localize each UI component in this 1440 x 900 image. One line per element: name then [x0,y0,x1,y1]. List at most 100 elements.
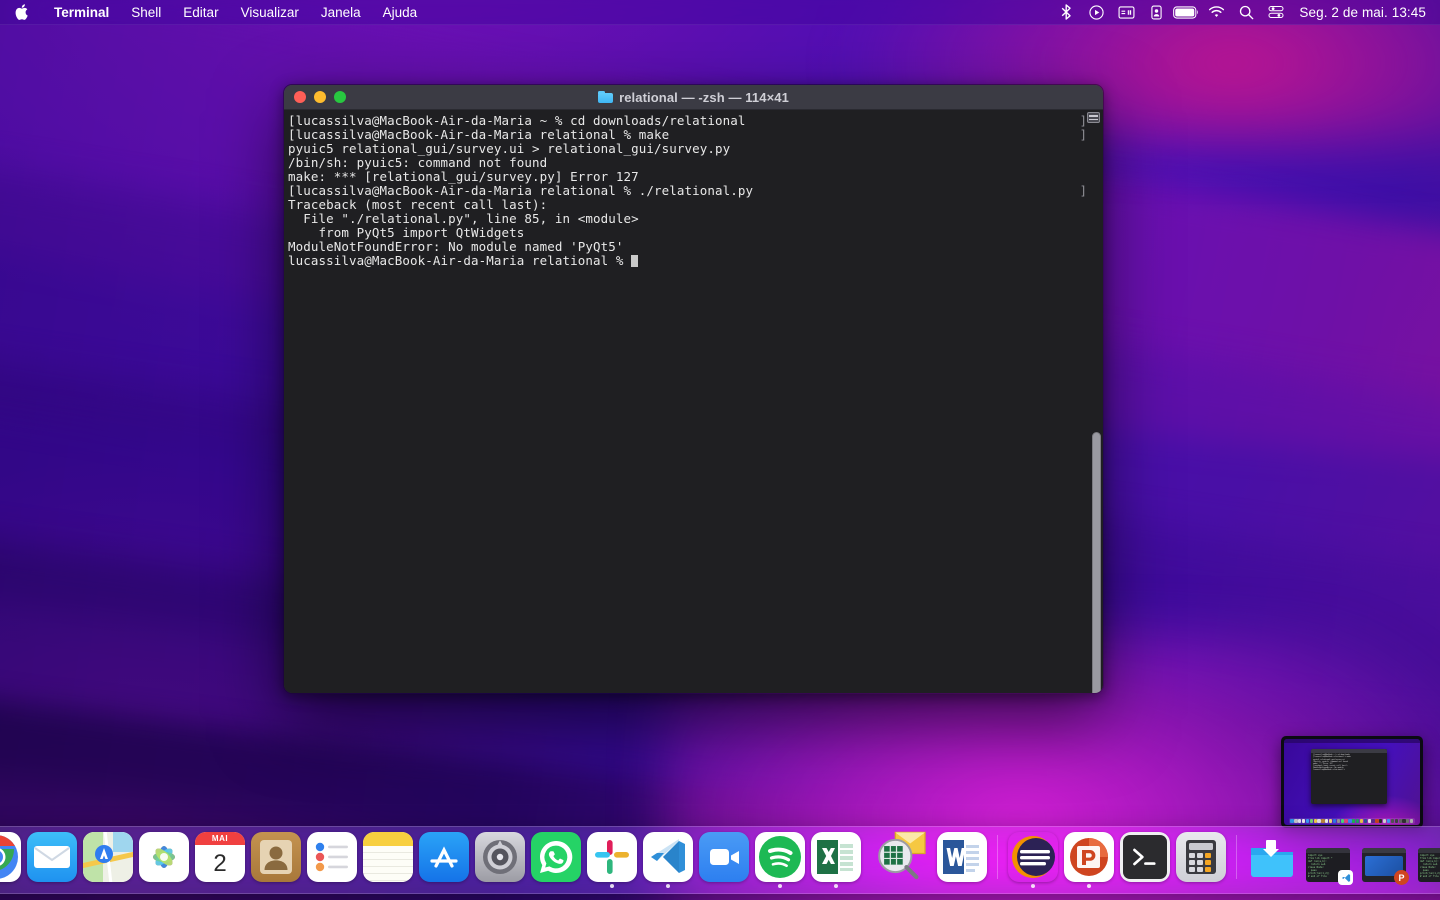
menu-item-shell[interactable]: Shell [120,0,172,25]
dock-item-photos[interactable] [138,832,190,888]
terminal-cursor [631,255,639,267]
dock-minimized-windows: import sys from lib import * def run(a,b… [1246,832,1440,888]
dock-item-microsoft-word[interactable] [936,832,988,888]
play-circle-icon[interactable] [1081,0,1111,25]
terminal-titlebar[interactable]: relational — -zsh — 114×41 [284,85,1103,110]
running-indicator [610,884,614,888]
dock-item-app-store[interactable] [418,832,470,888]
menu-item-visualizar[interactable]: Visualizar [230,0,310,25]
folder-icon [598,91,614,103]
menu-bar-left: Terminal Shell Editar Visualizar Janela … [0,0,428,24]
dock-item-downloads-folder[interactable] [1246,832,1298,888]
running-indicator [1199,884,1203,888]
dock-item-microsoft-powerpoint[interactable] [1063,832,1115,888]
preview-terminal-window: [lucassilva@MacBook ~ % cd downloads [lu… [1311,749,1388,805]
dock-item-reminders[interactable] [306,832,358,888]
dock-item-zoom[interactable] [698,832,750,888]
menu-bar-clock[interactable]: Seg. 2 de mai. 13:45 [1291,5,1428,20]
menu-item-editar[interactable]: Editar [172,0,229,25]
terminal-line: ModuleNotFoundError: No module named 'Py… [288,239,624,254]
dock[interactable]: MAI 2 import sys from lib import * def ru… [0,826,1440,894]
preview-dock-icon [1313,818,1317,824]
dock-item-contacts[interactable] [250,832,302,888]
preview-dock-icon [1309,818,1313,824]
running-indicator [106,884,110,888]
apple-logo-icon[interactable] [0,3,43,21]
marks-list-icon[interactable] [1087,112,1100,123]
dock-item-window-eclipse[interactable]: import sys from lib import * def run(a,b… [1414,848,1440,888]
terminal-line: lucassilva@MacBook-Air-da-Maria relation… [288,254,1103,268]
preview-dock-icon [1383,818,1387,824]
wifi-icon[interactable] [1201,0,1231,25]
dock-item-maps[interactable] [82,832,134,888]
terminal-line: /bin/sh: pyuic5: command not found [288,155,548,170]
preview-dock-icon [1305,818,1310,824]
spotify-icon [755,832,805,882]
screen-mirroring-icon[interactable] [1111,0,1141,25]
terminal-content[interactable]: [lucassilva@MacBook-Air-da-Maria ~ % cd … [284,110,1103,693]
dock-item-eclipse[interactable] [1007,832,1059,888]
preview-dock-icon [1394,818,1398,824]
menu-item-janela[interactable]: Janela [310,0,372,25]
dock-item-window-vscode[interactable]: import sys from lib import * def run(a,b… [1302,848,1354,888]
search-icon[interactable] [1231,0,1261,25]
terminal-line: [lucassilva@MacBook-Air-da-Maria relatio… [288,127,670,142]
dock-item-mail[interactable] [26,832,78,888]
terminal-line: pyuic5 relational_gui/survey.ui > relati… [288,141,731,156]
prompt-mark: ] [1079,127,1087,142]
preview-dock-icon [1371,818,1375,824]
terminal-line: from PyQt5 import QtWidgets [288,225,525,240]
preview-dock-icon [1367,818,1371,824]
dock-item-system-preferences[interactable] [474,832,526,888]
preview-dock-icon [1321,818,1325,824]
running-indicator [1326,884,1330,888]
screen-recording-preview[interactable]: [lucassilva@MacBook ~ % cd downloads [lu… [1281,736,1423,828]
dock-item-outlook-search[interactable] [866,820,932,888]
dock-item-spotify[interactable] [754,832,806,888]
battery-lock-icon[interactable] [1141,0,1171,25]
running-indicator [386,884,390,888]
zoom-button[interactable] [334,91,346,103]
window-vscode-icon: import sys from lib import * def run(a,b… [1306,848,1353,885]
photos-icon [139,832,189,882]
running-indicator [960,884,964,888]
preview-dock-icon [1406,818,1410,824]
preview-dock-icon [1325,818,1329,824]
dock-item-google-chrome[interactable] [0,832,22,888]
vertical-scrollbar[interactable] [1092,432,1101,693]
bluetooth-icon[interactable] [1051,0,1081,25]
running-indicator [498,884,502,888]
running-indicator [218,884,222,888]
dock-item-slack[interactable] [586,832,638,888]
terminal-title-area: relational — -zsh — 114×41 [284,90,1103,105]
zoom-icon [699,832,749,882]
preview-dock-icon [1290,818,1294,824]
control-center-icon[interactable] [1261,0,1291,25]
minimize-button[interactable] [314,91,326,103]
dock-item-visual-studio-code[interactable] [642,832,694,888]
dock-item-whatsapp[interactable] [530,832,582,888]
dock-item-terminal[interactable] [1119,832,1171,888]
dock-item-window-powerpoint[interactable]: P [1358,848,1410,888]
preview-dock-icon [1402,818,1406,824]
running-indicator [1143,884,1147,888]
dock-separator [997,835,998,879]
dock-item-microsoft-excel[interactable] [810,832,862,888]
terminal-line: Traceback (most recent call last): [288,197,548,212]
microsoft-word-icon [937,832,987,882]
notes-icon [363,832,413,882]
battery-icon[interactable] [1171,0,1201,25]
preview-desktop: [lucassilva@MacBook ~ % cd downloads [lu… [1284,739,1420,825]
preview-dock-icon [1352,818,1356,824]
dock-item-calendar[interactable]: MAI 2 [194,832,246,888]
running-indicator [442,884,446,888]
menu-item-ajuda[interactable]: Ajuda [372,0,429,25]
menu-item-terminal[interactable]: Terminal [43,0,120,25]
preview-dock-icon [1348,818,1352,824]
dock-item-calculator[interactable] [1175,832,1227,888]
dock-item-notes[interactable] [362,832,414,888]
close-button[interactable] [294,91,306,103]
terminal-window[interactable]: relational — -zsh — 114×41 [lucassilva@M… [283,84,1104,694]
running-indicator [1087,884,1091,888]
preview-dock-icon [1332,818,1337,824]
